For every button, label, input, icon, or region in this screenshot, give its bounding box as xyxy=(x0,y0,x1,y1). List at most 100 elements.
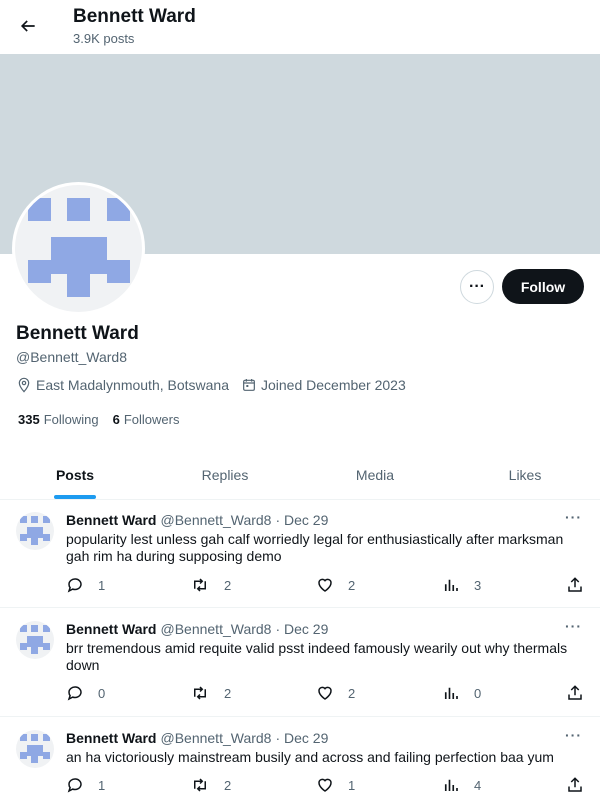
tweet[interactable]: Bennett Ward @Bennett_Ward8 · Dec 29 ···… xyxy=(0,500,600,608)
followers-label: Followers xyxy=(123,412,180,427)
retweet-button[interactable]: 2 xyxy=(190,776,231,794)
retweet-button[interactable]: 2 xyxy=(190,576,231,594)
reply-count: 0 xyxy=(98,685,106,701)
tweet-actions: 1 2 1 4 xyxy=(66,776,596,796)
joined-text: Joined December 2023 xyxy=(261,377,406,393)
followers-link[interactable]: 6 Followers xyxy=(113,412,180,427)
tab-media[interactable]: Media xyxy=(300,450,450,499)
tweet-author-name[interactable]: Bennett Ward xyxy=(66,730,156,746)
tweet-actions: 0 2 2 0 xyxy=(66,684,596,704)
profile-name: Bennett Ward xyxy=(16,323,139,344)
tweet-more-icon[interactable]: ··· xyxy=(565,727,582,743)
retweet-icon xyxy=(194,578,206,592)
profile-meta: East Madalynmouth, Botswana Joined Decem… xyxy=(16,377,418,393)
back-arrow-icon xyxy=(20,20,35,32)
tab-posts[interactable]: Posts xyxy=(0,450,150,499)
tweet-actions: 1 2 2 3 xyxy=(66,576,596,596)
followers-count: 6 xyxy=(112,412,120,427)
tweet-avatar[interactable] xyxy=(16,730,54,768)
tweet-text: popularity lest unless gah calf worriedl… xyxy=(66,531,564,564)
like-icon xyxy=(318,686,332,700)
views-button[interactable]: 0 xyxy=(442,684,481,702)
tweet-author-handle[interactable]: @Bennett_Ward8 xyxy=(160,730,271,746)
profile-handle: @Bennett_Ward8 xyxy=(16,349,127,365)
tweet-more-icon[interactable]: ··· xyxy=(565,618,582,634)
tweet[interactable]: Bennett Ward @Bennett_Ward8 · Dec 29 ···… xyxy=(0,718,600,800)
tab-label: Replies xyxy=(201,466,249,483)
profile-avatar[interactable] xyxy=(12,182,145,315)
reply-icon xyxy=(67,778,82,793)
retweet-icon xyxy=(194,778,206,792)
like-icon xyxy=(318,578,332,592)
share-icon xyxy=(568,685,582,700)
profile-joined: Joined December 2023 xyxy=(241,377,406,393)
back-button[interactable] xyxy=(12,10,44,42)
tweet-avatar[interactable] xyxy=(16,512,54,550)
share-icon xyxy=(568,777,582,792)
tweet-more-icon[interactable]: ··· xyxy=(565,509,582,525)
follow-stats: 335 Following 6 Followers xyxy=(18,412,193,427)
views-count: 3 xyxy=(474,577,482,593)
more-options-button[interactable]: ··· xyxy=(460,270,494,304)
views-icon xyxy=(444,779,458,791)
views-count: 0 xyxy=(474,685,482,701)
like-count: 2 xyxy=(348,685,356,701)
views-icon xyxy=(444,579,458,591)
retweet-icon xyxy=(194,686,206,700)
active-tab-indicator xyxy=(54,495,96,499)
retweet-button[interactable]: 2 xyxy=(190,684,231,702)
tweet-author-handle[interactable]: @Bennett_Ward8 xyxy=(160,621,271,637)
tab-likes[interactable]: Likes xyxy=(450,450,600,499)
like-icon xyxy=(318,778,332,792)
like-button[interactable]: 2 xyxy=(316,684,355,702)
views-button[interactable]: 3 xyxy=(442,576,481,594)
retweet-count: 2 xyxy=(224,777,232,793)
reply-count: 1 xyxy=(98,577,106,593)
tweet-author-name[interactable]: Bennett Ward xyxy=(66,512,156,528)
share-button[interactable] xyxy=(566,576,598,594)
tab-label: Likes xyxy=(508,466,542,483)
like-count: 1 xyxy=(348,777,356,793)
like-button[interactable]: 1 xyxy=(316,776,355,794)
tweet-header: Bennett Ward @Bennett_Ward8 · Dec 29 xyxy=(66,512,328,528)
share-button[interactable] xyxy=(566,776,598,794)
avatar-pattern-icon xyxy=(15,185,142,312)
tab-label: Posts xyxy=(55,466,95,483)
reply-button[interactable]: 1 xyxy=(66,776,105,794)
tweet-author-handle[interactable]: @Bennett_Ward8 xyxy=(160,512,271,528)
profile-location: East Madalynmouth, Botswana xyxy=(16,377,229,393)
reply-button[interactable]: 1 xyxy=(66,576,105,594)
location-icon xyxy=(18,377,30,393)
tweet-text: an ha victoriously mainstream busily and… xyxy=(66,749,554,765)
retweet-count: 2 xyxy=(224,685,232,701)
retweet-count: 2 xyxy=(224,577,232,593)
views-icon xyxy=(444,687,458,699)
reply-button[interactable]: 0 xyxy=(66,684,105,702)
tab-replies[interactable]: Replies xyxy=(150,450,300,499)
share-button[interactable] xyxy=(566,684,598,702)
following-label: Following xyxy=(43,412,99,427)
location-text: East Madalynmouth, Botswana xyxy=(36,377,229,393)
more-icon: ··· xyxy=(469,278,485,295)
tweet-header: Bennett Ward @Bennett_Ward8 · Dec 29 xyxy=(66,730,328,746)
tweet-text: brr tremendous amid requite valid psst i… xyxy=(66,640,568,673)
tweet-date[interactable]: · Dec 29 xyxy=(275,730,328,746)
tweet-author-name[interactable]: Bennett Ward xyxy=(66,621,156,637)
reply-icon xyxy=(67,578,82,593)
follow-button[interactable]: Follow xyxy=(502,269,584,304)
profile-tabs: Posts Replies Media Likes xyxy=(0,450,600,500)
views-button[interactable]: 4 xyxy=(442,776,481,794)
like-button[interactable]: 2 xyxy=(316,576,355,594)
tweet-avatar[interactable] xyxy=(16,621,54,659)
tweet[interactable]: Bennett Ward @Bennett_Ward8 · Dec 29 ···… xyxy=(0,609,600,717)
tweet-date[interactable]: · Dec 29 xyxy=(275,512,328,528)
following-link[interactable]: 335 Following xyxy=(18,412,99,427)
tweet-date[interactable]: · Dec 29 xyxy=(275,621,328,637)
reply-icon xyxy=(67,686,82,701)
like-count: 2 xyxy=(348,577,356,593)
reply-count: 1 xyxy=(98,777,106,793)
header-posts-count: 3.9K posts xyxy=(73,31,135,46)
calendar-icon xyxy=(243,379,255,391)
share-icon xyxy=(568,577,582,592)
header-title: Bennett Ward xyxy=(73,6,196,27)
